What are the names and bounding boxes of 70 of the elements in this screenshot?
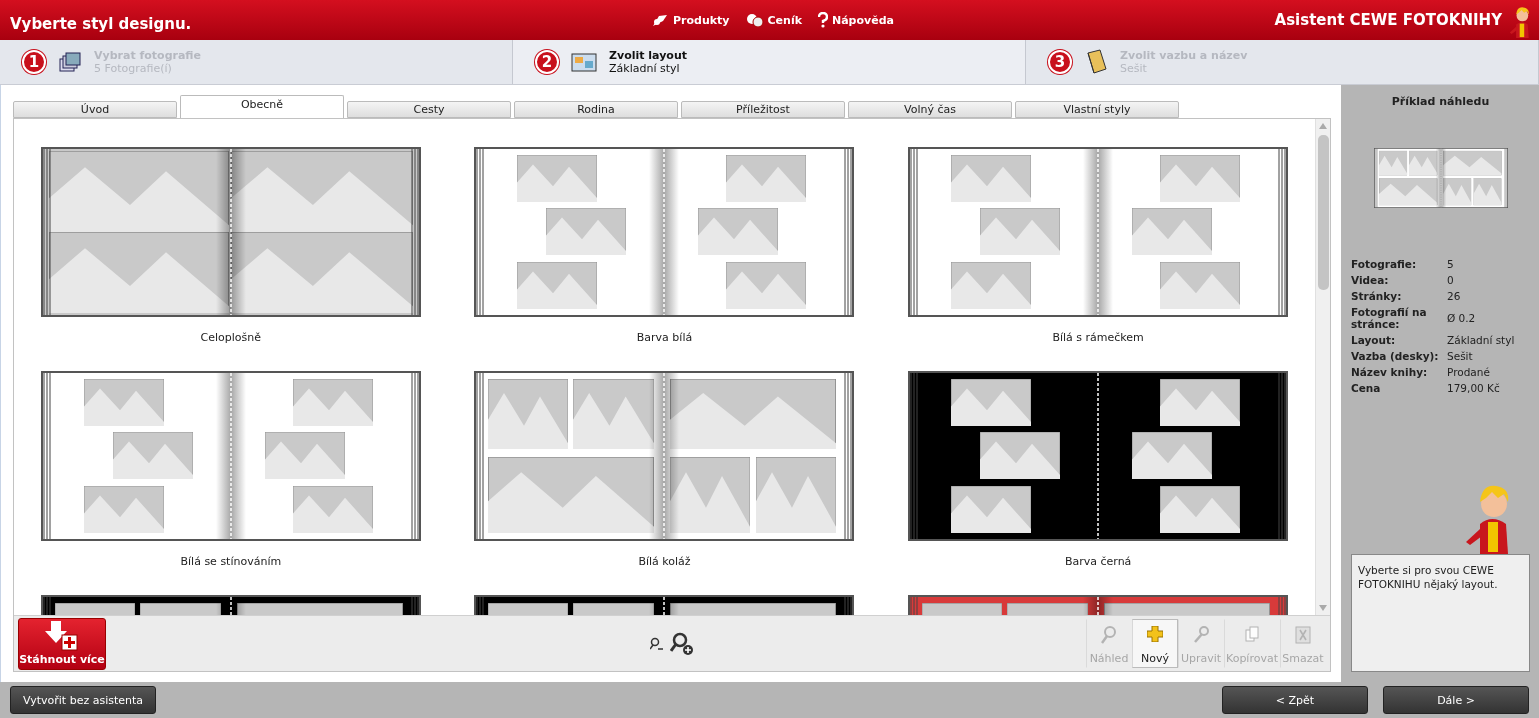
page-title: Vyberte styl designu. [10,15,192,33]
detail-value: 0 [1447,274,1455,286]
skip-assistant-button[interactable]: Vytvořit bez asistenta [10,686,157,714]
category-tab[interactable]: Volný čas [848,101,1012,118]
step-number: 2 [535,50,559,74]
tool-button[interactable]: Nový [1132,619,1178,668]
zoom-in-icon[interactable] [670,631,694,656]
brand-title: Asistent CEWE FOTOKNIHY [1274,11,1502,29]
photo-book-drawing[interactable] [474,147,855,317]
photo-placeholder [1472,178,1502,206]
photo-book-drawing[interactable] [474,371,855,541]
detail-label: Stránky: [1351,290,1403,302]
detail-value: 179,00 Kč [1447,382,1501,394]
layout-caption: Barva bílá [636,331,693,344]
photo-placeholder [1378,178,1437,206]
hint-message: Vyberte si pro svou CEWE FOTOKNIHU nějaký layout. [1351,554,1530,672]
detail-label: Layout: [1351,334,1397,346]
category-tab[interactable]: Obecně [180,95,344,118]
back-button[interactable]: < Zpět [1222,686,1368,714]
download-more-button[interactable]: Stáhnout více [18,617,106,670]
layout-caption: Barva černá [1064,555,1132,568]
detail-value: Základní styl [1447,334,1516,346]
detail-value: Ø 0.2 [1447,312,1477,324]
category-tab[interactable]: Úvod [13,101,177,118]
nav-link[interactable]: Ceník [745,13,802,27]
category-tab[interactable]: Rodina [514,101,678,118]
copy-icon [1245,626,1259,642]
download-plus-icon [45,620,79,651]
layout-caption: Celoplošně [200,331,262,344]
scrollbar-thumb[interactable] [1317,135,1329,290]
nav-link[interactable]: Nápověda [817,12,894,28]
step-number: 1 [22,50,46,74]
detail-value: Sešit [1447,350,1474,362]
detail-label: Videa: [1351,274,1390,286]
photo-book-drawing[interactable] [40,147,421,317]
zoom-out-icon[interactable] [650,636,664,651]
detail-label: Název knihy: [1351,366,1429,378]
category-tab[interactable]: Příležitost [681,101,845,118]
detail-value: 5 [1447,258,1455,270]
photo-placeholder [1408,150,1437,176]
book-icon [1084,49,1108,75]
help-icon [817,12,828,28]
step-title: Zvolit layout [609,49,687,62]
category-tab[interactable]: Cesty [347,101,511,118]
next-button[interactable]: Dále > [1383,686,1529,714]
detail-label: Vazba (desky): [1351,350,1440,362]
detail-value: 26 [1447,290,1462,302]
photo-book-drawing[interactable] [40,371,421,541]
photos-icon [58,50,82,74]
magnifier-icon [1101,626,1117,644]
step-number: 3 [1048,50,1072,74]
detail-value: Prodané [1447,366,1491,378]
detail-label: Fotografií na stránce: [1351,306,1428,330]
coins-icon [745,13,764,27]
plus-icon [1147,626,1163,642]
nav-link[interactable]: Produkty [651,12,730,28]
layout-icon [571,51,597,73]
wizard-step[interactable]: 2 Zvolit layout Základní styl [513,40,1026,84]
layout-caption: Bílá s rámečkem [1052,331,1144,344]
layout-caption: Bílá koláž [638,555,691,568]
photo-book-drawing[interactable] [908,147,1289,317]
photo-book-drawing[interactable] [908,371,1289,541]
step-subtitle: Základní styl [609,62,681,75]
detail-label: Cena [1351,382,1382,394]
layout-caption: Bílá se stínováním [180,555,282,568]
photo-placeholder [1378,150,1407,176]
delete-icon [1295,626,1311,644]
detail-label: Fotografie: [1351,258,1418,270]
category-tab[interactable]: Vlastní styly [1015,101,1179,118]
preview-title: Příklad náhledu [1391,95,1490,108]
